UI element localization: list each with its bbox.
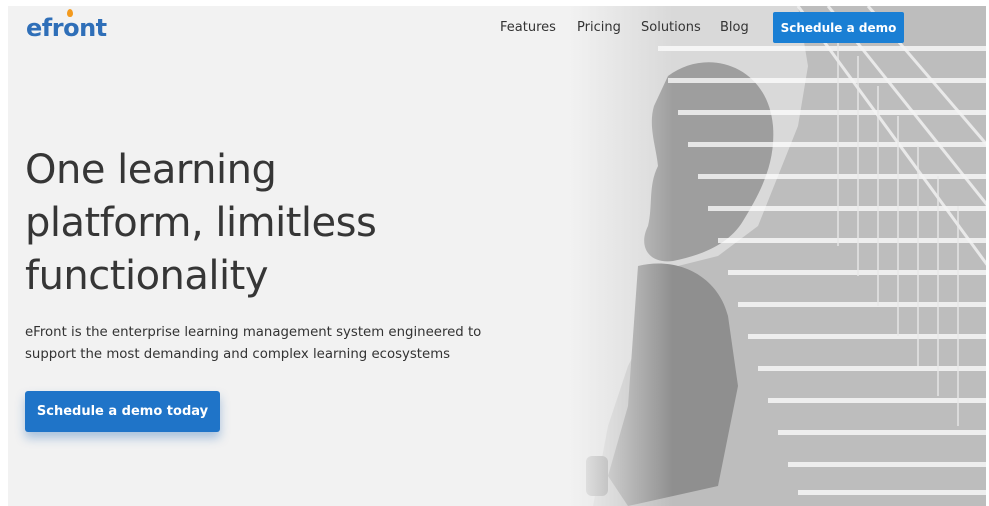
schedule-demo-today-button[interactable]: Schedule a demo today xyxy=(25,391,220,432)
hero-image xyxy=(568,6,986,506)
nav-item-pricing[interactable]: Pricing xyxy=(577,20,621,35)
hero-subtext: eFront is the enterprise learning manage… xyxy=(25,322,525,366)
hero-headline: One learning platform, limitless functio… xyxy=(25,144,485,303)
headline-line-2: platform, limitless xyxy=(25,200,377,246)
headline-line-1: One learning xyxy=(25,147,277,193)
nav-item-blog[interactable]: Blog xyxy=(720,20,749,35)
subtext-line-1: eFront is the enterprise learning manage… xyxy=(25,325,482,340)
headline-line-3: functionality xyxy=(25,253,269,299)
logo-text-end: nt xyxy=(79,14,107,42)
schedule-demo-button[interactable]: Schedule a demo xyxy=(773,12,904,43)
efront-logo[interactable]: efront xyxy=(26,9,107,42)
landing-page: efront Features Pricing Solutions Blog S… xyxy=(8,6,986,506)
nav-item-solutions[interactable]: Solutions xyxy=(641,20,701,35)
nav-item-features[interactable]: Features xyxy=(500,20,556,35)
subtext-line-2: support the most demanding and complex l… xyxy=(25,347,451,362)
logo-text-o: o xyxy=(63,9,80,42)
logo-text-start: efr xyxy=(26,14,64,42)
